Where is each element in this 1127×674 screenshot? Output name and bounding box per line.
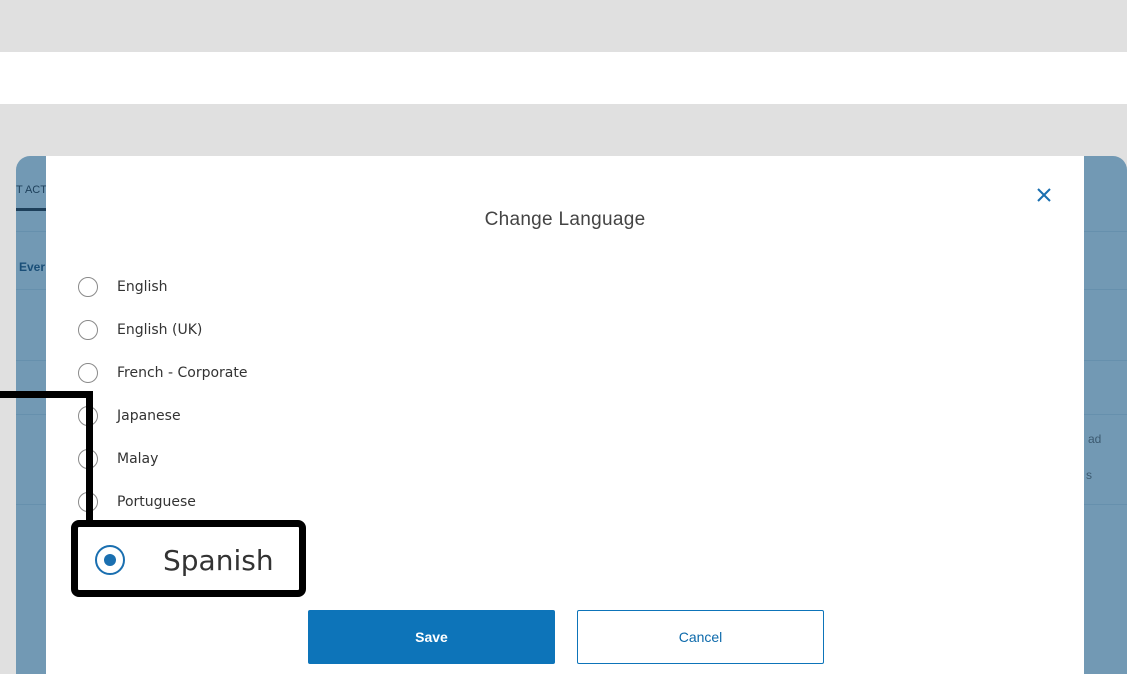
save-button[interactable]: Save	[308, 610, 555, 664]
close-icon[interactable]	[1031, 182, 1057, 208]
radio-button[interactable]	[78, 277, 98, 297]
radio-button[interactable]	[78, 320, 98, 340]
background-tab: T ACT	[16, 184, 47, 196]
option-label: English (UK)	[117, 322, 203, 338]
language-option-spanish[interactable]: Spanish	[71, 520, 306, 597]
callout-connector	[86, 391, 93, 524]
background-text: ad	[1088, 432, 1102, 446]
callout-connector	[0, 391, 93, 398]
background-text: s	[1086, 468, 1092, 482]
option-label: English	[117, 279, 168, 295]
background-row-text: Ever	[19, 260, 46, 274]
language-option-french-corporate[interactable]: French - Corporate	[78, 362, 247, 384]
language-option-japanese[interactable]: Japanese	[78, 405, 181, 427]
option-label: Portuguese	[117, 494, 196, 510]
background-tab-indicator	[16, 208, 46, 211]
language-option-english[interactable]: English	[78, 276, 168, 298]
header-band	[0, 52, 1127, 104]
option-label: Spanish	[163, 544, 274, 577]
language-option-english-uk[interactable]: English (UK)	[78, 319, 202, 341]
dialog-title: Change Language	[484, 209, 646, 230]
option-label: French - Corporate	[117, 365, 248, 381]
radio-button-selected[interactable]	[95, 545, 125, 575]
cancel-button[interactable]: Cancel	[577, 610, 824, 664]
option-label: Malay	[117, 451, 159, 467]
language-option-portuguese[interactable]: Portuguese	[78, 491, 196, 513]
option-label: Japanese	[117, 408, 181, 424]
radio-button[interactable]	[78, 363, 98, 383]
radio-dot-icon	[104, 554, 116, 566]
top-bar	[0, 0, 1127, 52]
